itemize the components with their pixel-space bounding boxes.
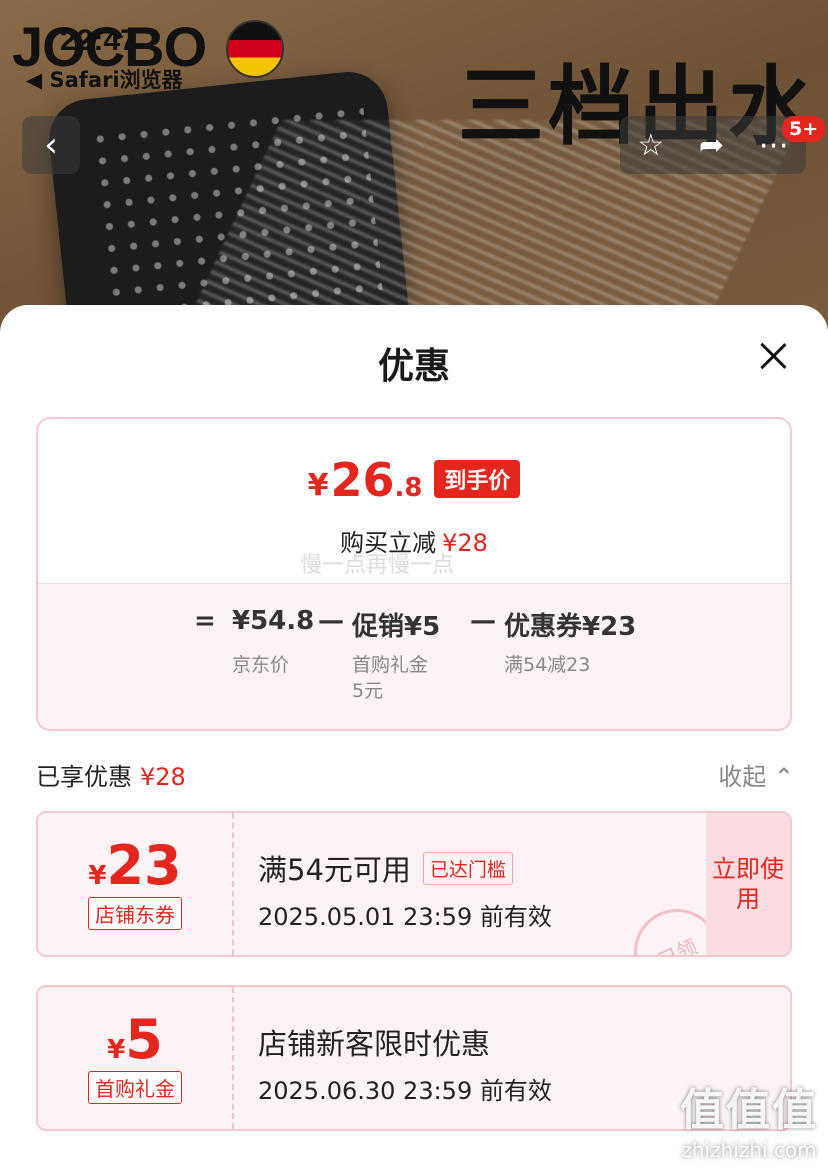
enjoyed-label: 已享优惠 (36, 763, 132, 791)
coupon-card: ¥23 店铺东券 满54元可用 已达门槛 2025.05.01 23:59 前有效… (36, 811, 792, 957)
coupon-condition: 满54元可用 (258, 853, 411, 887)
use-now-button[interactable]: 立即使用 (706, 813, 790, 955)
close-icon[interactable] (758, 341, 788, 371)
coupon-value-panel: ¥23 店铺东券 (38, 813, 234, 955)
jd-price-value: ¥54.8 (232, 606, 315, 636)
watermark-text: 慢一点再慢一点 (300, 553, 455, 578)
site-watermark: 值值值 zhizhizhi.com (680, 1074, 818, 1162)
minus-sign: — (318, 606, 344, 636)
coupon-label: 满54减23 (504, 654, 591, 676)
coupon-card: ¥5 首购礼金 店铺新客限时优惠 2025.06.30 23:59 前有效 (36, 985, 792, 1131)
discount-sheet: 优惠 ¥ 26 .8 到手价 购买立减 ¥28 慢一点再慢一点 = ¥54.8 —… (0, 305, 828, 1172)
promo-label: 首购礼金 5元 (352, 654, 429, 702)
price-decimal: .8 (394, 473, 423, 503)
coupon-type-tag: 首购礼金 (88, 1071, 182, 1104)
threshold-met-tag: 已达门槛 (422, 852, 513, 885)
jd-price-label: 京东价 (232, 654, 290, 676)
equals-sign: = (194, 606, 216, 636)
coupon-currency: ¥ (88, 861, 107, 891)
coupon-amount: 23 (106, 834, 182, 897)
coupon-value-panel: ¥5 首购礼金 (38, 987, 234, 1129)
coupon-title: 满54元可用 已达门槛 (258, 847, 513, 889)
star-icon[interactable]: ☆ (637, 128, 664, 163)
price-breakdown: = ¥54.8 — 促销¥5 — 优惠券¥23 京东价 首购礼金 5元 满54减… (38, 583, 790, 729)
nav-action-group: ☆ ➦ ⋯ (620, 116, 806, 174)
collapse-button[interactable]: 收起 ⌃ (718, 757, 794, 792)
price-summary-card: ¥ 26 .8 到手价 购买立减 ¥28 慢一点再慢一点 = ¥54.8 — 促销… (36, 417, 792, 731)
watermark-logo: 值值值 (680, 1085, 818, 1136)
coupon-amount: 5 (125, 1008, 163, 1071)
coupon-type-tag: 店铺东券 (88, 897, 182, 930)
final-price: ¥ 26 .8 到手价 (38, 457, 790, 503)
coupon-expiry: 2025.06.30 23:59 前有效 (258, 1077, 552, 1105)
price-currency: ¥ (307, 468, 329, 503)
minus-sign: — (470, 606, 496, 636)
chevron-left-icon: ‹ (44, 125, 58, 165)
back-button[interactable]: ‹ (22, 116, 80, 174)
price-integer: 26 (330, 453, 395, 507)
coupon-expiry: 2025.05.01 23:59 前有效 (258, 903, 552, 931)
promo-value: 促销¥5 (352, 612, 441, 642)
status-time: 22:47 (60, 24, 137, 57)
product-image: JOCBO 22:47 ◀ Safari浏览器 三档出水 ‹ ☆ ➦ ⋯ 5+ (0, 0, 828, 340)
notification-badge: 5+ (782, 116, 826, 142)
coupon-title: 店铺新客限时优惠 (258, 1027, 491, 1061)
coupon-currency: ¥ (107, 1035, 126, 1065)
german-flag-icon (226, 20, 284, 78)
sheet-title: 优惠 (377, 346, 450, 387)
coupon-value: 优惠券¥23 (504, 612, 637, 642)
back-to-safari-link[interactable]: ◀ Safari浏览器 (26, 64, 183, 94)
watermark-url: zhizhizhi.com (681, 1138, 817, 1162)
final-price-tag: 到手价 (434, 460, 521, 498)
share-icon[interactable]: ➦ (699, 128, 724, 163)
enjoyed-amount: ¥28 (140, 763, 186, 791)
enjoyed-discount: 已享优惠 ¥28 (36, 757, 186, 792)
